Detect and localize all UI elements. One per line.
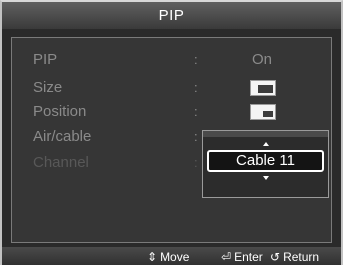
return-icon: ↺ [270,250,281,264]
air-cable-dropdown[interactable]: Cable 11 [202,130,329,198]
pip-menu-window: PIP PIP : On Size : Position : Air/cable… [0,0,343,265]
updown-arrow-icon: ⇕ [147,250,158,264]
arrow-up-icon[interactable] [263,142,269,146]
hint-return-label: Return [283,250,320,264]
menu-row-label: Air/cable [33,128,92,145]
menu-row-label: Channel [33,154,89,171]
menu-row-separator: : [194,129,198,144]
pip-size-icon [250,80,276,96]
hint-return: ↺ Return [270,247,319,265]
menu-row-separator: : [194,80,198,95]
dropdown-header [203,131,328,137]
menu-row-position[interactable]: Position : [12,102,331,122]
hint-move: ⇕ Move [147,247,189,265]
enter-icon: ⏎ [221,250,232,264]
menu-row-size[interactable]: Size : [12,78,331,98]
arrow-down-icon[interactable] [263,176,269,180]
pip-position-icon [250,104,276,120]
hint-enter-label: Enter [234,250,263,264]
menu-row-separator: : [194,52,198,67]
menu-row-label: Size [33,79,63,96]
dropdown-selected-value[interactable]: Cable 11 [207,150,324,172]
menu-title: PIP [2,2,341,29]
hint-move-label: Move [160,250,190,264]
menu-row-value: On [252,51,273,68]
footer-hint-bar: ⇕ Move ⏎ Enter ↺ Return [2,247,341,265]
menu-row-label: PIP [33,51,58,68]
menu-row-label: Position [33,103,87,120]
menu-row-separator: : [194,155,198,170]
menu-row-separator: : [194,104,198,119]
hint-enter: ⏎ Enter [221,247,263,265]
menu-row-pip[interactable]: PIP : On [12,50,331,70]
